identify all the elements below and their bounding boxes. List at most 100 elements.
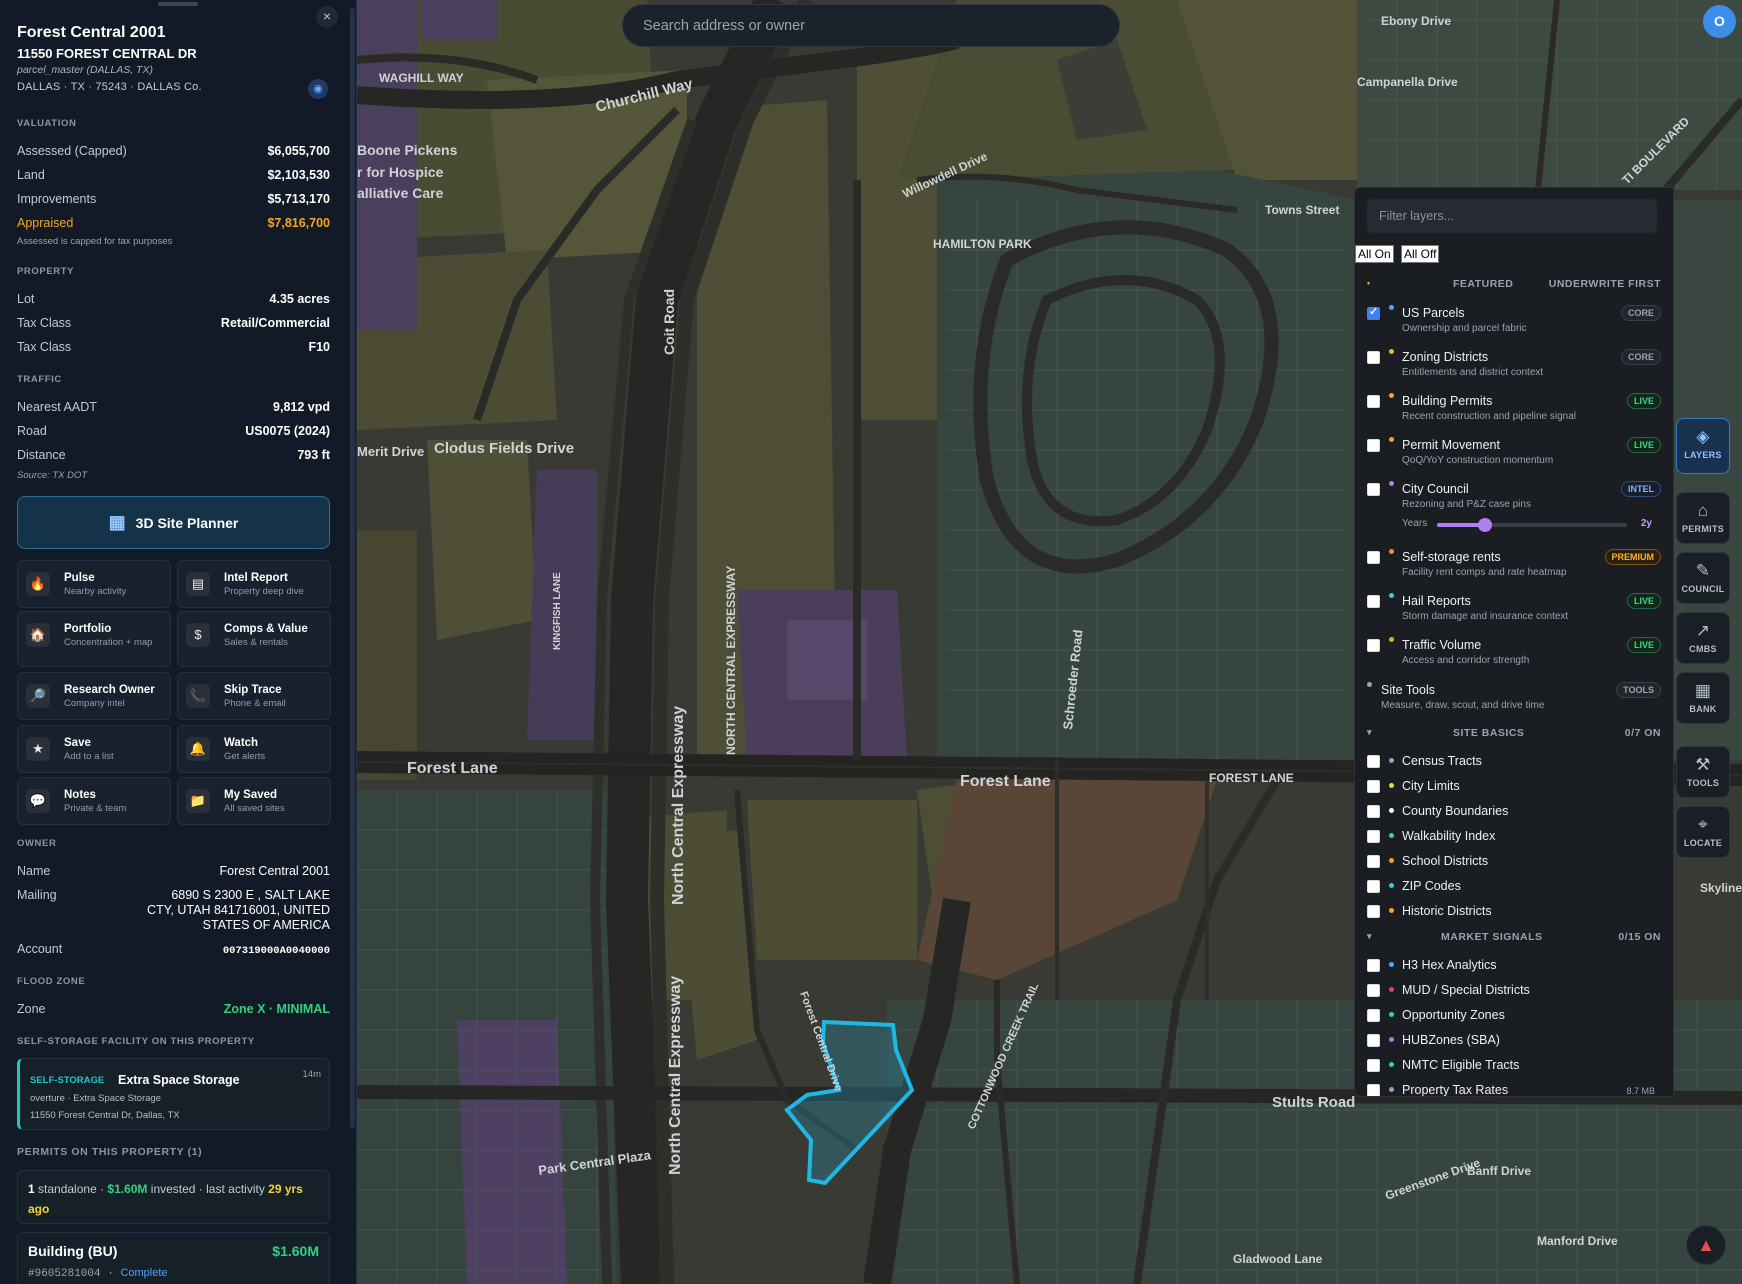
layer-checkbox[interactable] [1367,830,1380,843]
layer-checkbox[interactable] [1367,780,1380,793]
action-tile-pulse[interactable]: 🔥 Pulse Nearby activity [17,560,171,608]
layer-h3-hex-analytics[interactable]: H3 Hex Analytics [1367,957,1661,977]
layer-opportunity-zones[interactable]: Opportunity Zones [1367,1007,1661,1027]
layer-hubzones-sba-[interactable]: HUBZones (SBA) [1367,1032,1661,1052]
search-input[interactable]: Search address or owner [622,4,1120,47]
action-icon: ▤ [186,572,210,596]
layer-zoning-districts[interactable]: Zoning Districts Entitlements and distric… [1367,349,1661,385]
layer-checkbox[interactable] [1367,351,1380,364]
layer-color-dot [1389,758,1394,763]
layer-color-dot [1389,481,1394,486]
years-slider[interactable]: Years 2y [1402,518,1652,532]
layer-checkbox[interactable] [1367,905,1380,918]
property-source: parcel_master (DALLAS, TX) [17,64,153,76]
layer-permit-movement[interactable]: Permit Movement QoQ/YoY construction mome… [1367,437,1661,473]
layer-site-tools[interactable]: Site Tools Measure, draw, scout, and driv… [1367,682,1661,718]
action-tile-watch[interactable]: 🔔 Watch Get alerts [177,725,331,773]
valuation-row: Assessed (Capped) $6,055,700 [17,144,330,158]
layer-county-boundaries[interactable]: County Boundaries [1367,803,1661,823]
layer-checkbox[interactable] [1367,855,1380,868]
layer-color-dot [1389,549,1394,554]
action-tile-skip-trace[interactable]: 📞 Skip Trace Phone & email [177,672,331,720]
layer-checkbox[interactable] [1367,984,1380,997]
layer-checkbox[interactable] [1367,1059,1380,1072]
layer-zip-codes[interactable]: ZIP Codes [1367,878,1661,898]
layer-traffic-volume[interactable]: Traffic Volume Access and corridor streng… [1367,637,1661,673]
action-tile-intel-report[interactable]: ▤ Intel Report Property deep dive [177,560,331,608]
layer-filter-input[interactable]: Filter layers... [1367,199,1657,233]
layer-checkbox[interactable] [1367,483,1380,496]
action-tile-research-owner[interactable]: 🔎 Research Owner Company intel [17,672,171,720]
valuation-note: Assessed is capped for tax purposes [17,236,173,247]
all-on-button[interactable]: All On [1355,245,1394,263]
layer-checkbox[interactable] [1367,1084,1380,1096]
layer-checkbox[interactable] [1367,439,1380,452]
layer-checkbox[interactable] [1367,805,1380,818]
user-avatar[interactable]: O [1703,5,1736,38]
action-icon: 🔔 [186,737,210,761]
layer-checkbox[interactable] [1367,1009,1380,1022]
slider-handle[interactable] [1477,518,1492,532]
layer-badge: LIVE [1626,593,1661,609]
layer-us-parcels[interactable]: US ParcelsOwnership and parcel fabricCOR… [1367,305,1661,341]
map-label: Manford Drive [1537,1234,1618,1248]
property-row: Tax Class F10 [17,340,330,354]
permits-icon: ⌂ [1697,501,1709,520]
action-icon: ★ [26,737,50,761]
layer-badge: PREMIUM [1604,549,1661,565]
layer-color-dot [1389,637,1394,642]
action-tile-save[interactable]: ★ Save Add to a list [17,725,171,773]
storage-card[interactable]: SELF-STORAGE Extra Space Storage 14m ove… [17,1058,330,1130]
layer-color-dot [1389,833,1394,838]
close-button[interactable]: × [316,6,338,28]
section-header-valuation: VALUATION [17,118,77,129]
layer-checkbox[interactable] [1367,1034,1380,1047]
all-off-button[interactable]: All Off [1401,245,1440,263]
layer-checkbox[interactable] [1367,395,1380,408]
rail-layers-button[interactable]: ◈ LAYERS [1676,418,1730,474]
layer-walkability-index[interactable]: Walkability Index [1367,828,1661,848]
rail-tools-button[interactable]: ⚒ TOOLS [1676,746,1730,798]
map-label: Skyline [1700,881,1742,895]
layer-historic-districts[interactable]: Historic Districts [1367,903,1661,923]
drag-handle[interactable] [158,2,198,6]
layer-school-districts[interactable]: School Districts [1367,853,1661,873]
action-tile-portfolio[interactable]: 🏠 Portfolio Concentration + map [17,611,171,667]
layer-checkbox[interactable] [1367,959,1380,972]
layer-city-council[interactable]: City Council Rezoning and P&Z case pins IN… [1367,481,1661,517]
layer-building-permits[interactable]: Building Permits Recent construction and … [1367,393,1661,429]
layer-census-tracts[interactable]: Census Tracts [1367,753,1661,773]
action-tile-my-saved[interactable]: 📁 My Saved All saved sites [177,777,331,825]
layer-city-limits[interactable]: City Limits [1367,778,1661,798]
layer-checkbox[interactable] [1367,639,1380,652]
section-header-flood: FLOOD ZONE [17,976,86,987]
rail-permits-button[interactable]: ⌂ PERMITS [1676,492,1730,544]
action-tile-notes[interactable]: 💬 Notes Private & team [17,777,171,825]
layer-checkbox[interactable] [1367,755,1380,768]
storage-source: overture · Extra Space Storage [30,1093,161,1104]
sidebar-scrollbar[interactable] [350,8,355,1128]
layer-mud-special-districts[interactable]: MUD / Special Districts [1367,982,1661,1002]
layer-checkbox[interactable] [1367,305,1380,320]
action-tile-comps-value[interactable]: $ Comps & Value Sales & rentals [177,611,331,667]
layer-color-dot [1389,987,1394,992]
rail-council-button[interactable]: ✎ COUNCIL [1676,552,1730,604]
rail-bank-button[interactable]: ▦ BANK [1676,672,1730,724]
layer-property-tax-rates[interactable]: Property Tax Rates 8.7 MB [1367,1082,1661,1096]
action-icon: $ [186,623,210,647]
rail-cmbs-button[interactable]: ↗ CMBS [1676,612,1730,664]
eye-icon[interactable]: ◉ [308,79,328,99]
permit-card[interactable]: Building (BU) $1.60M #9605281004 · Compl… [17,1232,330,1284]
section-header-permits: PERMITS ON THIS PROPERTY (1) [17,1146,203,1158]
traffic-row: Nearest AADT 9,812 vpd [17,400,330,414]
layer-checkbox[interactable] [1367,880,1380,893]
layer-checkbox[interactable] [1367,595,1380,608]
cmbs-icon: ↗ [1695,621,1711,640]
layer-self-storage-rents[interactable]: Self-storage rents Facility rent comps an… [1367,549,1661,585]
layer-checkbox[interactable] [1367,551,1380,564]
layer-nmtc-eligible-tracts[interactable]: NMTC Eligible Tracts [1367,1057,1661,1077]
compass-icon[interactable]: ▲ [1686,1225,1726,1265]
site-planner-button[interactable]: ▦ 3D Site Planner [17,496,330,549]
layer-hail-reports[interactable]: Hail Reports Storm damage and insurance c… [1367,593,1661,629]
rail-locate-button[interactable]: ⌖ LOCATE [1676,806,1730,858]
